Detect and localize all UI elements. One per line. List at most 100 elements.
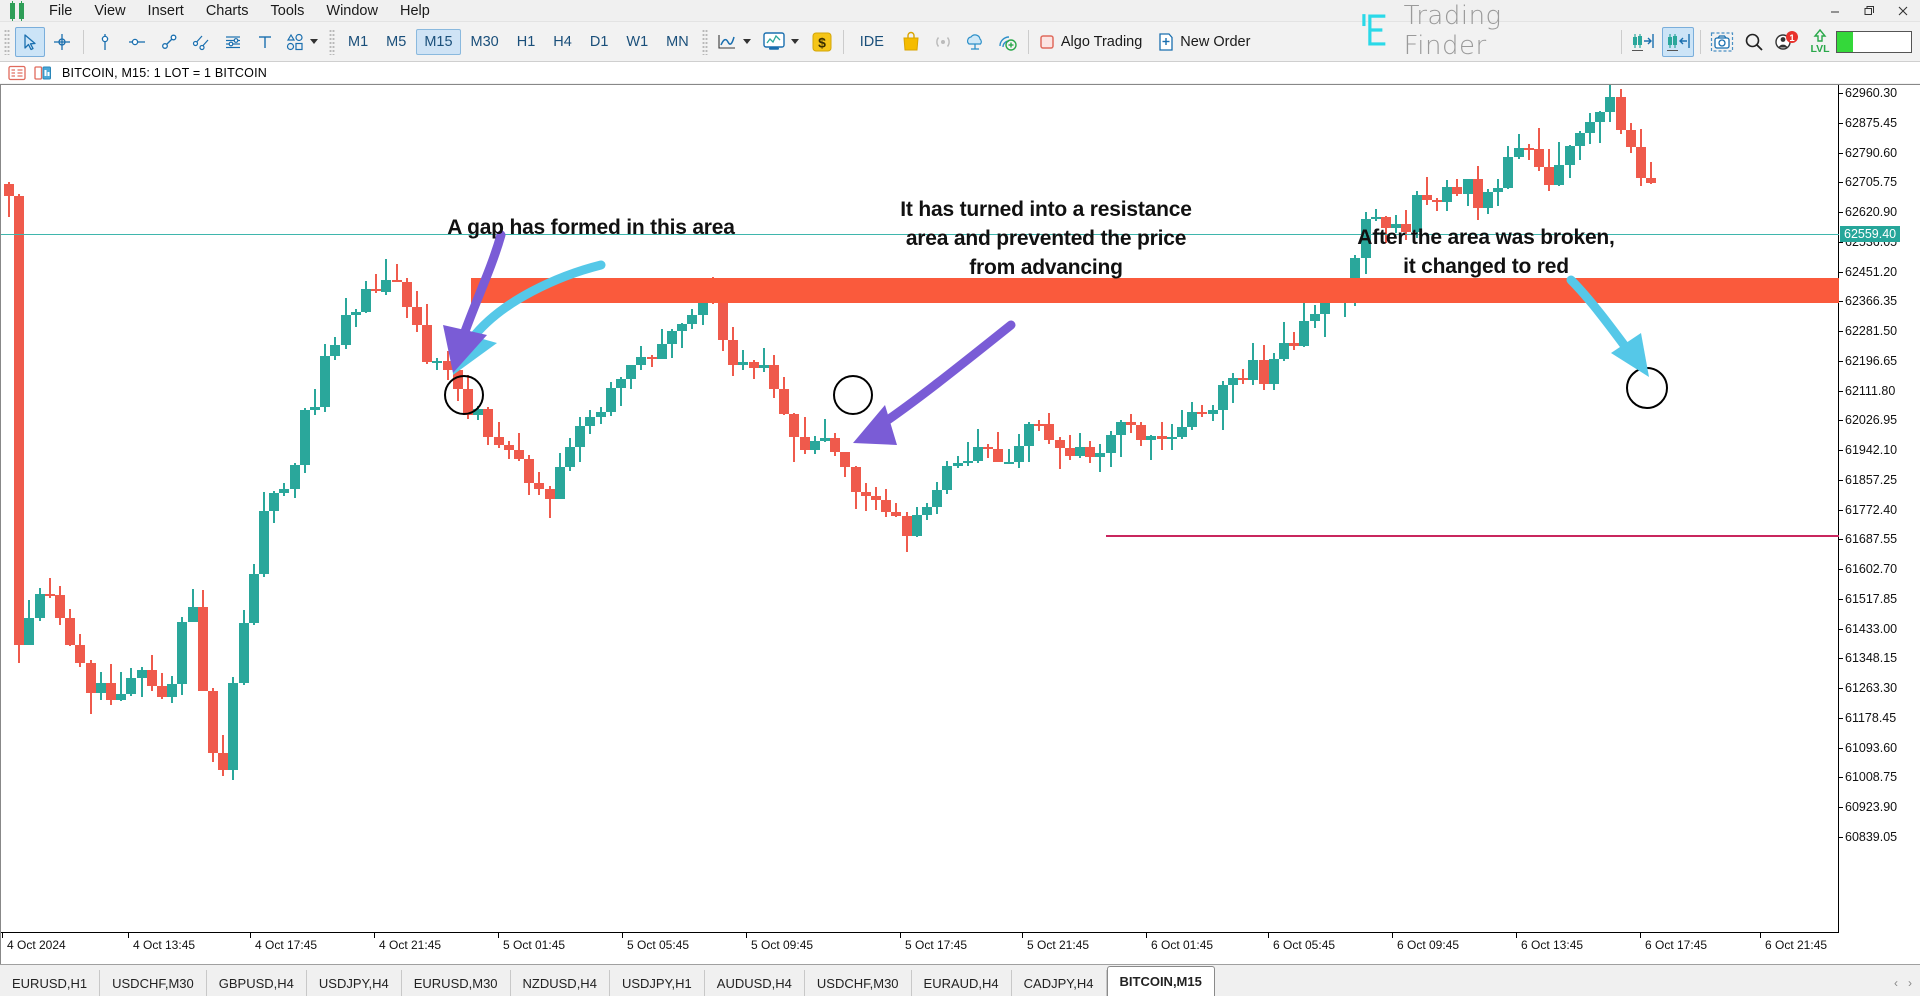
minimize-button[interactable]: [1818, 0, 1852, 22]
menu-item-view[interactable]: View: [83, 0, 136, 22]
vps-icon[interactable]: [992, 27, 1022, 57]
timeframe-m1[interactable]: M1: [340, 29, 376, 55]
svg-text:$: $: [818, 34, 826, 50]
timeframe-m5[interactable]: M5: [378, 29, 414, 55]
menu-item-file[interactable]: File: [38, 0, 83, 22]
timeframe-m30[interactable]: M30: [463, 29, 507, 55]
chart-tab[interactable]: EURUSD,H1: [0, 970, 101, 996]
candle-body: [1197, 411, 1208, 415]
trendline-tool[interactable]: [154, 27, 184, 57]
toolbar-grip[interactable]: [4, 28, 10, 55]
candlestick: [1391, 85, 1402, 933]
chart-tab[interactable]: USDCHF,M30: [805, 970, 912, 996]
ide-button[interactable]: IDE: [849, 27, 895, 57]
time-axis[interactable]: 4 Oct 2024 4 Oct 13:45 4 Oct 17:45 4 Oct 21…: [1, 932, 1839, 964]
candlestick: [320, 85, 331, 933]
toolbar-grip-2[interactable]: [329, 28, 335, 55]
indicators-icon[interactable]: [758, 27, 806, 57]
dollar-icon[interactable]: $: [807, 27, 837, 57]
candlestick: [14, 85, 25, 933]
signals-broadcast-icon[interactable]: [928, 27, 958, 57]
screenshot-icon[interactable]: [1707, 27, 1737, 57]
candle-body: [14, 195, 25, 645]
tab-nav-next[interactable]: ›: [1908, 976, 1912, 990]
chart-tab[interactable]: USDCHF,M30: [100, 970, 207, 996]
timeframe-m15[interactable]: M15: [416, 28, 461, 55]
candle-body: [177, 622, 188, 684]
timeframe-d1[interactable]: D1: [582, 29, 617, 55]
candle-body: [1309, 314, 1320, 321]
candlestick: [126, 85, 137, 933]
horizontal-line-tool[interactable]: [122, 27, 152, 57]
notification-count: 1: [1789, 33, 1795, 44]
chart-tab[interactable]: USDJPY,H1: [610, 970, 705, 996]
data-window-icon[interactable]: [8, 65, 26, 81]
tab-nav-prev[interactable]: ‹: [1894, 976, 1898, 990]
shapes-tool[interactable]: [281, 27, 325, 57]
chart-tab[interactable]: AUDUSD,H4: [705, 970, 805, 996]
time-tick: 6 Oct 05:45: [1267, 933, 1336, 952]
chart-tab[interactable]: NZDUSD,H4: [511, 970, 610, 996]
chart-tab[interactable]: EURUSD,M30: [402, 970, 511, 996]
menu-item-insert[interactable]: Insert: [137, 0, 195, 22]
shift-chart-right-icon[interactable]: [1628, 27, 1660, 57]
candlestick: [228, 85, 239, 933]
chart-tab[interactable]: EURAUD,H4: [912, 970, 1012, 996]
level-icon[interactable]: LVL: [1805, 27, 1835, 57]
toolbar-grip-3[interactable]: [701, 28, 708, 55]
candle-body: [1024, 423, 1034, 446]
price-tick: 62705.75: [1839, 175, 1897, 189]
candle-body: [748, 362, 759, 368]
maximize-button[interactable]: [1852, 0, 1886, 22]
fibonacci-tool[interactable]: [218, 27, 248, 57]
candle-body: [1187, 411, 1198, 427]
candlestick: [167, 85, 178, 933]
vertical-line-tool[interactable]: [90, 27, 120, 57]
timeframe-w1[interactable]: W1: [618, 29, 656, 55]
candle-body: [1462, 178, 1473, 194]
search-icon[interactable]: [1739, 27, 1769, 57]
algo-trading-button[interactable]: Algo Trading: [1034, 27, 1153, 57]
candle-body: [667, 331, 677, 345]
chart-symbol-icon[interactable]: [34, 65, 52, 81]
candlestick: [146, 85, 157, 933]
shift-chart-left-icon[interactable]: [1662, 26, 1694, 57]
text-tool[interactable]: [250, 27, 280, 57]
line-chart-icon[interactable]: [712, 27, 758, 57]
market-bag-icon[interactable]: [896, 27, 926, 57]
channel-tool[interactable]: [186, 27, 216, 57]
price-axis[interactable]: 62960.30 62875.45 62790.60 62705.75 62620.90…: [1838, 85, 1920, 933]
chart-area[interactable]: A gap has formed in this area It has turn…: [0, 84, 1920, 964]
cursor-arrow-tool[interactable]: [15, 26, 45, 57]
candle-body: [340, 315, 351, 346]
chart-tab-active[interactable]: BITCOIN,M15: [1106, 966, 1215, 996]
timeframe-h4[interactable]: H4: [545, 29, 580, 55]
candlestick: [157, 85, 167, 933]
chart-plot[interactable]: A gap has formed in this area It has turn…: [1, 85, 1839, 933]
timeframe-mn[interactable]: MN: [658, 29, 697, 55]
menu-item-window[interactable]: Window: [315, 0, 389, 22]
candlestick: [106, 85, 116, 933]
candle-body: [157, 685, 167, 698]
price-tick: 61008.75: [1839, 770, 1897, 784]
menu-item-charts[interactable]: Charts: [195, 0, 260, 22]
crosshair-tool[interactable]: [47, 27, 77, 57]
profile-icon[interactable]: 1: [1771, 27, 1803, 57]
chart-tab[interactable]: GBPUSD,H4: [207, 970, 307, 996]
timeframe-h1[interactable]: H1: [509, 29, 544, 55]
close-button[interactable]: [1886, 0, 1920, 22]
cloud-icon[interactable]: [960, 27, 990, 57]
candlestick: [187, 85, 198, 933]
menu-item-tools[interactable]: Tools: [260, 0, 316, 22]
support-line[interactable]: [1106, 535, 1839, 538]
candle-body: [34, 594, 45, 619]
menu-item-help[interactable]: Help: [389, 0, 441, 22]
candle-body: [595, 411, 606, 418]
candlestick: [218, 85, 229, 933]
candlestick: [1360, 85, 1371, 933]
candle-body: [983, 447, 994, 450]
new-order-button[interactable]: New Order: [1153, 27, 1261, 57]
new-order-label: New Order: [1180, 33, 1251, 50]
chart-tab[interactable]: USDJPY,H4: [307, 970, 402, 996]
chart-tab[interactable]: CADJPY,H4: [1012, 970, 1107, 996]
